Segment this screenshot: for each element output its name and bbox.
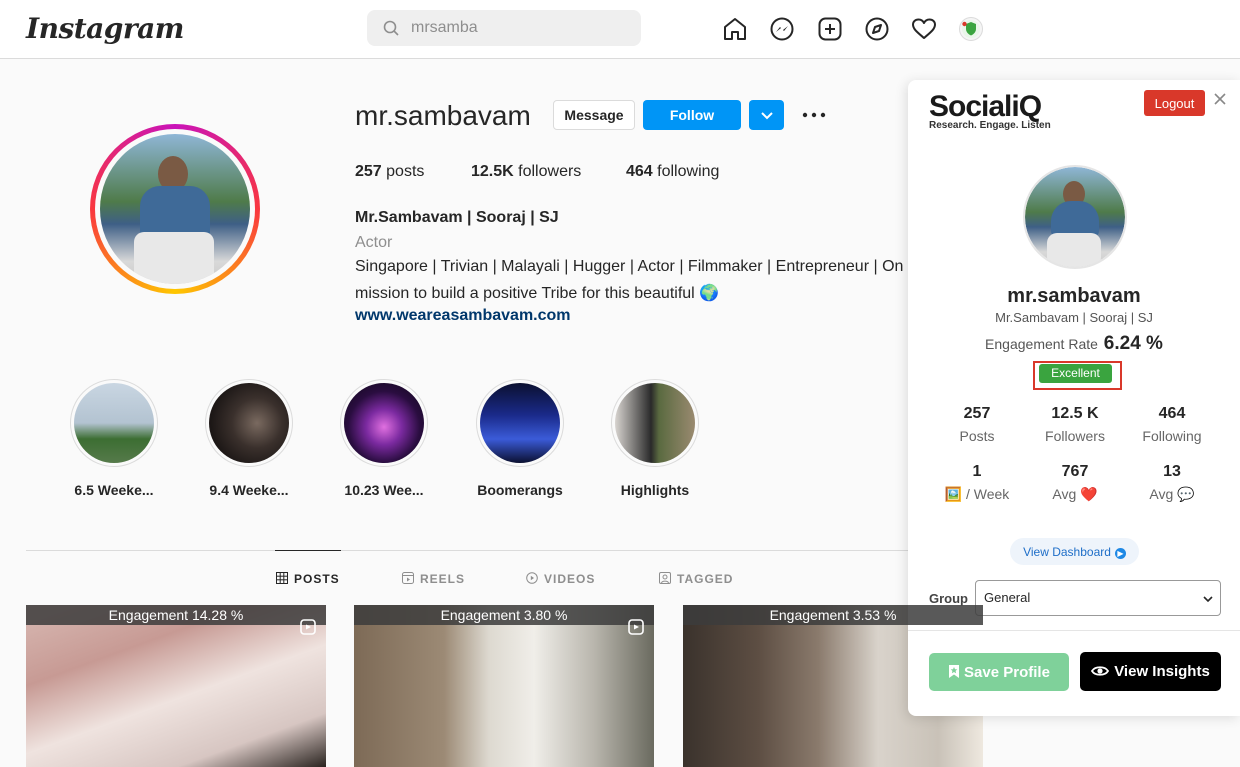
tab-reels[interactable]: REELS bbox=[402, 572, 465, 586]
reels-icon bbox=[300, 619, 316, 635]
profile-picture[interactable] bbox=[90, 124, 260, 294]
tab-videos[interactable]: VIDEOS bbox=[526, 572, 595, 586]
view-insights-button[interactable]: View Insights bbox=[1080, 652, 1221, 691]
instagram-logo[interactable]: Instagram bbox=[26, 12, 184, 45]
engagement-overlay: Engagement 14.28 % bbox=[26, 605, 326, 625]
following-stat[interactable]: 464 following bbox=[626, 163, 719, 181]
highlight-label: 9.4 Weeke... bbox=[209, 482, 289, 498]
home-icon[interactable] bbox=[722, 16, 748, 42]
socialiq-username: mr.sambavam bbox=[1007, 285, 1141, 307]
engagement-rate: Engagement Rate 6.24 % bbox=[985, 333, 1163, 354]
group-label: Group bbox=[929, 591, 968, 606]
engagement-overlay: Engagement 3.53 % bbox=[683, 605, 983, 625]
post-thumbnail[interactable]: Engagement 14.28 % bbox=[26, 605, 326, 767]
explore-icon[interactable] bbox=[864, 16, 890, 42]
metric-following: 464 Following bbox=[1142, 405, 1202, 444]
reels-icon bbox=[628, 619, 644, 635]
metric-followers: 12.5 K Followers bbox=[1045, 405, 1105, 444]
suggested-accounts-button[interactable] bbox=[749, 100, 784, 130]
search-box[interactable] bbox=[367, 10, 641, 46]
metric-avg-comments: 13 Avg 💬 bbox=[1149, 463, 1195, 502]
socialiq-tagline: Research. Engage. Listen bbox=[929, 120, 1051, 131]
socialiq-brand: SocialiQ bbox=[929, 90, 1042, 123]
new-post-icon[interactable] bbox=[817, 16, 843, 42]
messenger-icon[interactable] bbox=[769, 16, 795, 42]
posts-stat: 257 posts bbox=[355, 163, 425, 180]
socialiq-avatar bbox=[1023, 165, 1127, 269]
panel-divider bbox=[908, 630, 1240, 631]
bookmark-icon bbox=[949, 664, 960, 678]
message-button[interactable]: Message bbox=[553, 100, 635, 130]
metric-avg-likes: 767 Avg ❤️ bbox=[1052, 463, 1098, 502]
grid-icon bbox=[276, 572, 288, 584]
chevron-down-icon bbox=[760, 111, 773, 119]
reels-icon bbox=[402, 572, 414, 584]
bio-line-2: mission to build a positive Tribe for th… bbox=[355, 285, 720, 302]
post-thumbnail[interactable]: Engagement 3.80 % bbox=[354, 605, 654, 767]
socialiq-full-name: Mr.Sambavam | Sooraj | SJ bbox=[995, 310, 1153, 325]
heart-icon[interactable] bbox=[911, 16, 937, 42]
top-navigation: Instagram bbox=[0, 0, 1240, 59]
profile-username: mr.sambavam bbox=[355, 100, 531, 131]
tab-posts[interactable]: POSTS bbox=[276, 572, 340, 586]
close-icon[interactable] bbox=[1213, 92, 1227, 106]
highlight-thumbnail bbox=[615, 383, 695, 463]
metric-posts: 257 Posts bbox=[959, 405, 995, 444]
video-icon bbox=[526, 572, 538, 584]
highlight-thumbnail bbox=[344, 383, 424, 463]
profile-full-name: Mr.Sambavam | Sooraj | SJ bbox=[355, 209, 559, 226]
arrow-right-icon: ▶ bbox=[1114, 547, 1126, 559]
shield-icon bbox=[962, 20, 980, 38]
search-input[interactable] bbox=[411, 10, 631, 46]
eye-icon bbox=[1091, 666, 1110, 676]
socialiq-logo: SocialiQ Research. Engage. Listen bbox=[929, 90, 1051, 131]
rating-badge: Excellent bbox=[1039, 364, 1112, 383]
active-tab-indicator bbox=[275, 550, 341, 551]
tab-tagged[interactable]: TAGGED bbox=[659, 572, 733, 586]
view-dashboard-button[interactable]: View Dashboard ▶ bbox=[1010, 538, 1139, 565]
search-icon bbox=[383, 20, 399, 36]
highlight-thumbnail bbox=[74, 383, 154, 463]
profile-category: Actor bbox=[355, 234, 393, 251]
highlight-label: Highlights bbox=[620, 482, 690, 498]
highlight-item[interactable]: 6.5 Weeke... bbox=[64, 379, 164, 498]
engagement-overlay: Engagement 3.80 % bbox=[354, 605, 654, 625]
logout-button[interactable]: Logout bbox=[1144, 90, 1205, 116]
more-options-icon[interactable] bbox=[800, 104, 828, 126]
highlight-label: Boomerangs bbox=[477, 482, 563, 498]
bio-line-1: Singapore | Trivian | Malayali | Hugger … bbox=[355, 258, 904, 275]
profile-avatar[interactable] bbox=[959, 17, 983, 41]
tabs-divider bbox=[26, 550, 908, 551]
metric-posts-per-week: 1 🖼️ / Week bbox=[944, 463, 1010, 502]
follow-button[interactable]: Follow bbox=[643, 100, 741, 130]
followers-stat[interactable]: 12.5K followers bbox=[471, 163, 581, 181]
highlight-thumbnail bbox=[480, 383, 560, 463]
save-profile-button[interactable]: Save Profile bbox=[929, 653, 1069, 691]
highlight-item[interactable]: 9.4 Weeke... bbox=[199, 379, 299, 498]
highlight-label: 6.5 Weeke... bbox=[74, 482, 154, 498]
group-select[interactable]: General bbox=[975, 580, 1221, 616]
highlight-label: 10.23 Wee... bbox=[344, 482, 424, 498]
chevron-down-icon bbox=[1203, 596, 1213, 603]
profile-photo bbox=[100, 134, 250, 284]
highlight-thumbnail bbox=[209, 383, 289, 463]
profile-website-link[interactable]: www.weareasambavam.com bbox=[355, 307, 571, 325]
highlight-item[interactable]: Boomerangs bbox=[470, 379, 570, 498]
highlight-item[interactable]: 10.23 Wee... bbox=[334, 379, 434, 498]
tagged-icon bbox=[659, 572, 671, 584]
highlight-item[interactable]: Highlights bbox=[605, 379, 705, 498]
